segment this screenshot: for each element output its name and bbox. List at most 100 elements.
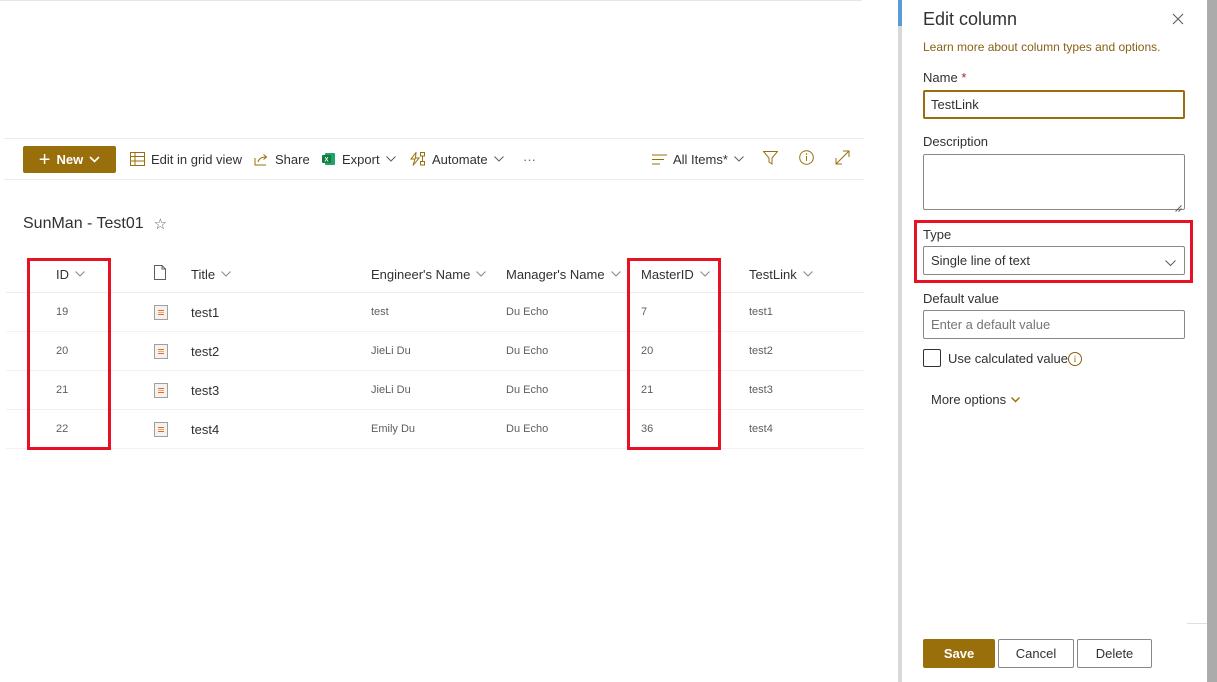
cell-title[interactable]: test4 — [191, 410, 219, 448]
close-button[interactable] — [1172, 12, 1188, 28]
list-item-icon — [154, 371, 168, 409]
automate-label: Automate — [432, 151, 488, 167]
new-label: New — [56, 152, 84, 167]
grid-icon — [130, 152, 145, 166]
export-label: Export — [342, 151, 380, 167]
filter-button[interactable] — [762, 139, 779, 179]
use-calculated-value-label[interactable]: Use calculated value — [948, 351, 1068, 366]
column-header-label: TestLink — [749, 266, 797, 282]
cell-master-id: 36 — [641, 423, 654, 435]
chevron-down-icon — [1011, 396, 1021, 403]
cell-title[interactable]: test2 — [191, 332, 219, 370]
chevron-down-icon — [476, 271, 487, 277]
cell-title[interactable]: test3 — [191, 371, 219, 409]
view-selector[interactable]: All Items* — [652, 139, 744, 179]
excel-icon: X — [322, 152, 336, 166]
cell-engineer-name: JieLi Du — [371, 345, 411, 357]
list-title: SunMan - Test01 ☆ — [23, 215, 167, 233]
use-calculated-value-checkbox[interactable] — [923, 349, 941, 367]
more-actions-button[interactable]: ··· — [523, 139, 536, 179]
chevron-down-icon — [610, 271, 621, 277]
chevron-down-icon — [802, 271, 813, 277]
share-label: Share — [275, 151, 310, 167]
top-divider — [0, 0, 862, 1]
view-label: All Items* — [673, 151, 728, 167]
column-header-label: ID — [56, 266, 69, 282]
default-value-input[interactable] — [923, 310, 1185, 339]
name-label: Name * — [923, 70, 966, 85]
chevron-down-icon — [699, 271, 710, 277]
column-header-file-type[interactable] — [154, 255, 166, 293]
info-icon[interactable]: i — [1068, 352, 1082, 366]
column-header-master-id[interactable]: MasterID — [641, 255, 710, 293]
cell-engineer-name: test — [371, 306, 389, 318]
panel-scrollbar[interactable] — [1207, 0, 1217, 682]
list-title-text: SunMan - Test01 — [23, 215, 144, 232]
chevron-down-icon — [734, 156, 744, 162]
delete-button[interactable]: Delete — [1077, 639, 1152, 668]
expand-icon — [835, 150, 850, 168]
description-textarea[interactable] — [923, 154, 1185, 212]
edit-column-panel: Edit column Learn more about column type… — [902, 0, 1207, 682]
document-icon — [154, 265, 166, 283]
column-header-engineer-name[interactable]: Engineer's Name — [371, 255, 487, 293]
column-header-label: Engineer's Name — [371, 266, 471, 282]
column-header-label: Title — [191, 266, 216, 282]
star-icon[interactable]: ☆ — [154, 215, 167, 233]
type-label: Type — [923, 227, 952, 242]
list-table: ID Title Engineer's Name Manager's Name … — [6, 255, 864, 449]
info-icon — [799, 150, 814, 168]
share-icon — [254, 153, 269, 166]
cell-test-link: test3 — [749, 384, 773, 396]
cell-engineer-name: Emily Du — [371, 423, 416, 435]
view-options-icon — [652, 154, 667, 165]
cell-manager-name: Du Echo — [506, 345, 549, 357]
column-header-test-link[interactable]: TestLink — [749, 255, 813, 293]
column-header-title[interactable]: Title — [191, 255, 231, 293]
share-button[interactable]: Share — [254, 139, 310, 179]
default-value-label: Default value — [923, 291, 999, 306]
save-button[interactable]: Save — [923, 639, 995, 668]
fullscreen-button[interactable] — [835, 139, 850, 179]
cell-master-id: 7 — [641, 306, 648, 318]
column-header-manager-name[interactable]: Manager's Name — [506, 255, 621, 293]
cell-test-link: test1 — [749, 306, 773, 318]
info-button[interactable] — [799, 139, 814, 179]
learn-more-link[interactable]: Learn more about column types and option… — [923, 40, 1160, 54]
more-options-label: More options — [931, 392, 1007, 407]
type-value: Single line of text — [931, 253, 1031, 268]
footer-divider — [1187, 623, 1207, 624]
column-header-label: Manager's Name — [506, 266, 605, 282]
type-dropdown[interactable]: Single line of text — [923, 246, 1185, 275]
list-item-icon — [154, 293, 168, 331]
cell-master-id: 21 — [641, 384, 654, 396]
cell-title[interactable]: test1 — [191, 293, 219, 331]
cell-manager-name: Du Echo — [506, 384, 549, 396]
command-bar: + New Edit in grid view Share X Export A… — [4, 138, 864, 180]
cancel-button[interactable]: Cancel — [998, 639, 1074, 668]
list-item-icon — [154, 410, 168, 448]
export-button[interactable]: X Export — [322, 139, 396, 179]
chevron-down-icon — [89, 156, 100, 163]
more-options-button[interactable]: More options — [931, 392, 1021, 407]
name-input[interactable] — [923, 90, 1185, 119]
table-row[interactable]: 19 test1 test Du Echo 7 test1 — [6, 293, 864, 332]
column-header-id[interactable]: ID — [56, 255, 85, 293]
filter-icon — [762, 150, 779, 168]
table-row[interactable]: 20 test2 JieLi Du Du Echo 20 test2 — [6, 332, 864, 371]
list-item-icon — [154, 332, 168, 370]
edit-grid-view-button[interactable]: Edit in grid view — [130, 139, 242, 179]
table-row[interactable]: 22 test4 Emily Du Du Echo 36 test4 — [6, 410, 864, 449]
resize-grip-icon[interactable] — [1175, 200, 1182, 212]
cell-id: 21 — [56, 384, 69, 396]
new-button[interactable]: + New — [23, 146, 116, 173]
table-header: ID Title Engineer's Name Manager's Name … — [6, 255, 864, 293]
column-header-label: MasterID — [641, 266, 694, 282]
cell-master-id: 20 — [641, 345, 654, 357]
description-label: Description — [923, 134, 989, 149]
cell-test-link: test4 — [749, 423, 773, 435]
chevron-down-icon — [493, 156, 504, 162]
automate-button[interactable]: Automate — [410, 139, 504, 179]
required-mark: * — [961, 70, 967, 85]
table-row[interactable]: 21 test3 JieLi Du Du Echo 21 test3 — [6, 371, 864, 410]
